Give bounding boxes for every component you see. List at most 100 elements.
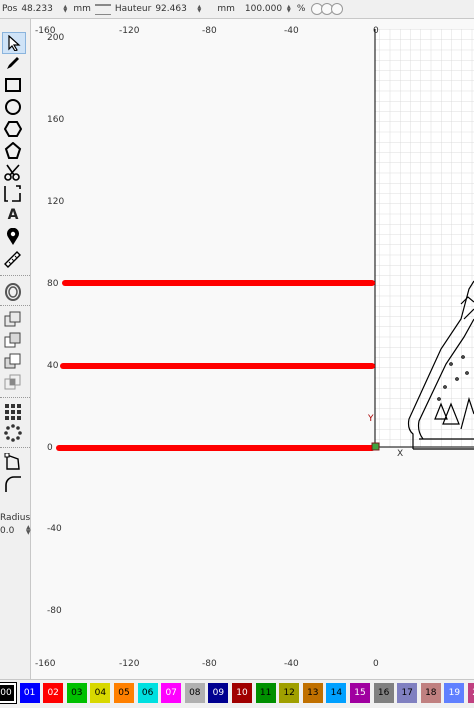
- color-swatch-19[interactable]: 19: [444, 683, 464, 703]
- radius-input[interactable]: 0.0: [0, 526, 14, 536]
- scale-spinner[interactable]: ▲▼: [287, 5, 293, 13]
- toolbar-separator: [0, 275, 30, 276]
- color-swatch-01[interactable]: 01: [20, 683, 40, 703]
- color-swatch-07[interactable]: 07: [161, 683, 181, 703]
- rounded-corner-icon: [4, 475, 22, 493]
- color-swatch-16[interactable]: 16: [374, 683, 394, 703]
- y-tick: 120: [47, 197, 64, 207]
- cursor-icon: [6, 35, 22, 51]
- subtract-tool[interactable]: [2, 352, 24, 372]
- intersect-tool[interactable]: [2, 373, 24, 393]
- radius-spinner[interactable]: ▲▼: [26, 525, 31, 535]
- circle-options[interactable]: [313, 3, 343, 15]
- difference-tool[interactable]: [2, 331, 24, 351]
- polygon-tool[interactable]: [2, 119, 24, 139]
- color-swatch-17[interactable]: 17: [397, 683, 417, 703]
- x-tick-bottom: -160: [35, 659, 55, 669]
- toolbar-separator: [0, 447, 30, 448]
- map-pin-icon: [5, 228, 21, 246]
- y-tick: 160: [47, 115, 64, 125]
- height-input[interactable]: 92.463: [155, 4, 195, 14]
- color-swatch-13[interactable]: 13: [303, 683, 323, 703]
- pentagon-icon: [4, 142, 22, 160]
- y-tick: 0: [47, 443, 53, 453]
- color-swatch-04[interactable]: 04: [90, 683, 110, 703]
- scissors-icon: [4, 163, 22, 181]
- y-axis-label: Y: [368, 414, 374, 424]
- ruler-icon: [4, 250, 22, 268]
- red-lines[interactable]: [59, 283, 372, 448]
- pos-unit: mm: [73, 4, 91, 14]
- node-edit-icon: [4, 453, 22, 471]
- grid-array-icon: [4, 403, 22, 421]
- color-swatch-20[interactable]: 20: [468, 683, 474, 703]
- color-swatch-15[interactable]: 15: [350, 683, 370, 703]
- frame-icon: [4, 185, 22, 203]
- x-axis-label: X: [397, 449, 403, 459]
- canvas-drawing: [31, 19, 474, 679]
- color-swatch-08[interactable]: 08: [185, 683, 205, 703]
- height-unit: mm: [217, 4, 235, 14]
- color-swatch-00[interactable]: 00: [0, 683, 16, 703]
- top-toolbar: Pos 48.233 ▲▼ mm Hauteur 92.463 ▲▼ mm 10…: [0, 0, 474, 19]
- cut-tool[interactable]: [2, 162, 24, 182]
- pos-input[interactable]: 48.233: [21, 4, 61, 14]
- ellipse-tool[interactable]: [2, 97, 24, 117]
- rectangle-icon: [5, 77, 21, 93]
- aspect-lock-icon[interactable]: [95, 4, 111, 15]
- offset-tool[interactable]: [2, 282, 24, 302]
- x-tick-top: -40: [284, 26, 299, 36]
- color-swatch-09[interactable]: 09: [208, 683, 228, 703]
- color-swatch-03[interactable]: 03: [67, 683, 87, 703]
- color-swatch-05[interactable]: 05: [114, 683, 134, 703]
- text-tool[interactable]: A: [2, 205, 24, 225]
- color-swatch-02[interactable]: 02: [43, 683, 63, 703]
- workspace-canvas[interactable]: Y X 200 160 120 80 40 0 -40 -80 -160 -12…: [31, 19, 474, 679]
- toolbar-separator: [0, 397, 30, 398]
- y-tick: 40: [47, 361, 58, 371]
- union-tool[interactable]: [2, 310, 24, 330]
- offset-ring-icon: [4, 283, 22, 301]
- scale-unit: %: [297, 4, 306, 14]
- x-tick-top: 0: [373, 26, 379, 36]
- measure-tool[interactable]: [2, 249, 24, 269]
- scale-input[interactable]: 100.000: [245, 4, 285, 14]
- y-tick: -40: [47, 524, 62, 534]
- color-swatch-18[interactable]: 18: [421, 683, 441, 703]
- grid-array-tool[interactable]: [2, 402, 24, 422]
- x-tick-bottom: 0: [373, 659, 379, 669]
- intersect-icon: [4, 374, 22, 392]
- height-label: Hauteur: [115, 4, 151, 14]
- origin-marker: [372, 443, 379, 450]
- color-swatch-14[interactable]: 14: [326, 683, 346, 703]
- circle-option-icon[interactable]: [331, 3, 343, 15]
- hexagon-icon: [4, 120, 22, 138]
- color-palette: 0001020304050607080910111213141516171819…: [0, 679, 474, 708]
- height-spinner[interactable]: ▲▼: [197, 5, 203, 13]
- color-swatch-10[interactable]: 10: [232, 683, 252, 703]
- x-tick-bottom: -120: [119, 659, 139, 669]
- radius-label: Radius:: [0, 513, 33, 523]
- pentagon-tool[interactable]: [2, 141, 24, 161]
- circular-array-tool[interactable]: [2, 423, 24, 443]
- color-swatch-12[interactable]: 12: [279, 683, 299, 703]
- union-icon: [4, 311, 22, 329]
- frame-tool[interactable]: [2, 184, 24, 204]
- subtract-icon: [4, 353, 22, 371]
- rectangle-tool[interactable]: [2, 75, 24, 95]
- toolbar-separator: [0, 305, 30, 306]
- corner-edit-tool[interactable]: [2, 452, 24, 472]
- select-tool[interactable]: [2, 32, 26, 54]
- color-swatch-06[interactable]: 06: [138, 683, 158, 703]
- color-swatch-11[interactable]: 11: [256, 683, 276, 703]
- x-tick-bottom: -80: [202, 659, 217, 669]
- fillet-tool[interactable]: [2, 474, 24, 494]
- draw-tool[interactable]: [2, 53, 24, 73]
- pencil-icon: [5, 55, 21, 71]
- pos-spinner[interactable]: ▲▼: [63, 5, 69, 13]
- marker-tool[interactable]: [2, 227, 24, 247]
- left-toolbar: A Radius: 0.0 ▲▼: [0, 19, 31, 679]
- y-tick: 80: [47, 279, 58, 289]
- difference-icon: [4, 332, 22, 350]
- x-tick-top: -160: [35, 26, 55, 36]
